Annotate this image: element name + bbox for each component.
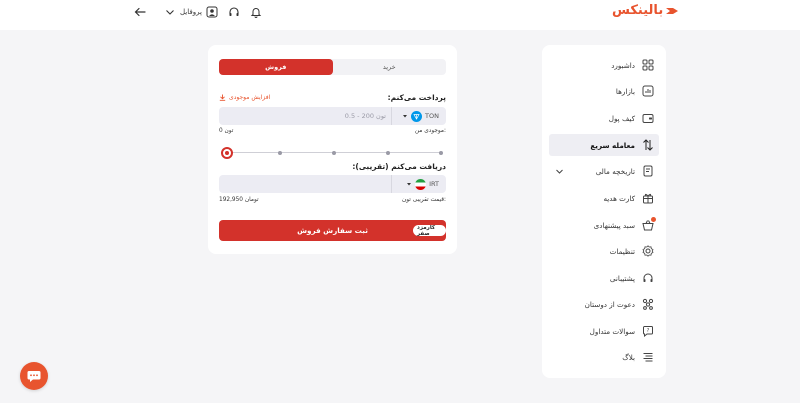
settings-icon [641,244,655,258]
approx-price-label: قیمت تقریبی تون: [401,197,446,203]
sidebar-item-history[interactable]: تاریخچه مالی [549,160,659,182]
increase-balance-link[interactable]: افزایش موجودی [219,94,270,101]
sidebar-item-wallet[interactable]: کیف پول [549,107,659,129]
receive-section-title: دریافت می‌کنم (تقریبی): [352,162,446,171]
receive-coin-selector[interactable]: IRT [391,175,446,193]
submit-label: ثبت سفارش فروش [297,226,368,235]
zero-fee-badge: کارمزد صفر [413,225,446,237]
user-icon [205,5,219,19]
sidebar-item-dashboard[interactable]: داشبورد [549,54,659,76]
sidebar-item-label: تنظیمات [609,246,635,256]
submit-sell-order-button[interactable]: ثبت سفارش فروش کارمزد صفر [219,220,446,241]
sidebar-item-label: بازارها [615,86,635,96]
invite-icon [641,297,655,311]
svg-text:?: ? [647,328,650,334]
wallet-icon [641,111,655,125]
sidebar-item-markets[interactable]: بازارها [549,80,659,102]
iran-flag-icon [415,178,427,190]
headset-icon[interactable] [227,5,241,19]
sidebar-item-settings[interactable]: تنظیمات [549,240,659,262]
sidebar-item-label: سوالات متداول [589,326,635,336]
sidebar-item-gift-card[interactable]: کارت هدیه [549,187,659,209]
pay-coin-selector[interactable]: TON [391,107,446,125]
balance-label: موجودی من: [414,128,446,134]
dashboard-icon [641,58,655,72]
sidebar: داشبورد بازارها کیف پول معامله سریع تاری… [542,45,666,378]
notification-badge [651,217,656,222]
sidebar-item-label: دعوت از دوستان [584,299,635,309]
sidebar-item-faq[interactable]: ? سوالات متداول [549,320,659,342]
slider-step[interactable] [439,150,443,155]
chevron-down-icon [163,5,177,19]
gift-icon [641,191,655,205]
back-arrow-icon[interactable] [133,5,147,19]
logo-mark-icon [666,7,679,14]
profile-menu[interactable]: پروفایل [163,5,219,19]
trade-tabs: فروش خرید [219,59,446,75]
quick-trade-card: فروش خرید پرداخت می‌کنم: افزایش موجودی 0… [208,45,457,254]
pay-amount-input[interactable]: 0.5 - 200 تون TON [219,107,446,125]
history-icon [641,164,655,178]
slider-step[interactable] [386,150,390,155]
download-icon [219,94,226,101]
receive-coin-label: IRT [429,180,439,188]
tab-buy[interactable]: خرید [333,59,447,75]
sidebar-item-label: سبد پیشنهادی [593,220,635,230]
brand-name: بالینکس [612,3,664,18]
sidebar-item-label: تاریخچه مالی [595,166,635,176]
header-actions: پروفایل [133,5,263,19]
increase-balance-label: افزایش موجودی [229,94,271,101]
markets-icon [641,84,655,98]
support-icon [641,271,655,285]
chat-support-button[interactable] [20,362,48,390]
chevron-down-icon[interactable] [555,167,564,176]
sidebar-item-label: پشتیبانی [609,273,635,283]
ton-coin-icon [411,110,423,122]
pay-section-title: پرداخت می‌کنم: [387,93,446,102]
tab-sell[interactable]: فروش [219,59,333,75]
chevron-down-icon [403,115,408,118]
sidebar-item-quick-trade[interactable]: معامله سریع [549,134,659,156]
sidebar-item-label: داشبورد [611,60,635,70]
balance-value: 0 تون [219,128,234,134]
slider-handle[interactable] [221,147,233,159]
approx-price-value: 192,950 تومان [219,197,259,203]
amount-slider[interactable] [221,147,444,159]
sidebar-item-label: کیف پول [608,113,635,123]
pay-coin-label: TON [425,112,439,120]
sidebar-item-label: معامله سریع [590,140,635,150]
pay-amount-placeholder: 0.5 - 200 تون [344,112,386,120]
sidebar-item-invite[interactable]: دعوت از دوستان [549,293,659,315]
receive-amount-input[interactable]: IRT [219,175,446,193]
chat-icon [27,371,41,382]
profile-label: پروفایل [180,8,202,16]
slider-step[interactable] [278,150,282,155]
blog-icon [641,350,655,364]
sidebar-item-label: بلاگ [622,352,635,362]
sidebar-item-basket[interactable]: سبد پیشنهادی [549,214,659,236]
faq-icon: ? [641,324,655,338]
brand-logo[interactable]: بالینکس [612,3,679,18]
bell-icon[interactable] [249,5,263,19]
sidebar-item-label: کارت هدیه [603,193,635,203]
chevron-down-icon [407,183,412,186]
sidebar-item-support[interactable]: پشتیبانی [549,267,659,289]
top-bar: بالینکس پروفایل [0,0,800,30]
sidebar-item-blog[interactable]: بلاگ [549,346,659,368]
slider-step[interactable] [332,150,336,155]
basket-icon [641,217,656,232]
swap-icon [641,138,655,152]
